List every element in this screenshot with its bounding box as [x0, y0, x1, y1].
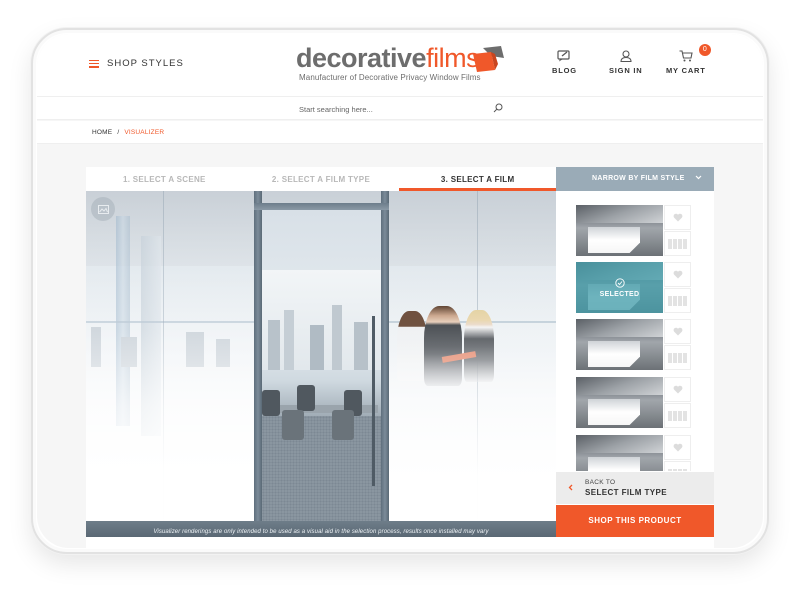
- film-thumbnail[interactable]: [576, 205, 663, 256]
- search-icon[interactable]: [493, 103, 503, 113]
- selected-label: SELECTED: [599, 290, 640, 298]
- narrow-by-film-style-dropdown[interactable]: NARROW BY FILM STYLE: [556, 167, 714, 191]
- search-input[interactable]: [299, 102, 499, 116]
- disclaimer-text: Visualizer renderings are only intended …: [153, 529, 489, 535]
- frosted-film-left: [86, 191, 254, 537]
- narrow-label: NARROW BY FILM STYLE: [592, 175, 685, 182]
- film-item: [576, 435, 692, 471]
- logo[interactable]: decorativefilms Manufacturer of Decorati…: [296, 44, 506, 88]
- my-cart-link[interactable]: 0 MY CART: [666, 44, 711, 75]
- shop-this-product-button[interactable]: SHOP THIS PRODUCT: [556, 505, 714, 537]
- film-thumbnail[interactable]: [576, 377, 663, 428]
- swatch-button[interactable]: [664, 345, 691, 370]
- back-to-label: BACK TO: [585, 479, 616, 486]
- sign-in-link[interactable]: SIGN IN: [609, 50, 643, 75]
- tab-select-film-type[interactable]: 2. SELECT A FILM TYPE: [243, 167, 400, 191]
- blog-link[interactable]: BLOG: [552, 50, 577, 75]
- film-item: [576, 205, 692, 257]
- scene-building: [284, 310, 294, 370]
- door-frame-top: [254, 203, 389, 210]
- scene-building: [268, 320, 280, 370]
- sign-in-label: SIGN IN: [609, 66, 643, 75]
- my-cart-label: MY CART: [666, 66, 706, 75]
- scene-building: [354, 322, 368, 370]
- chevron-left-icon: [568, 484, 573, 491]
- swatch-button[interactable]: [664, 231, 691, 256]
- checkmark-circle-icon: [614, 277, 625, 288]
- screen: SHOP STYLES decorativefilms Manufacturer…: [37, 34, 763, 548]
- blog-label: BLOG: [552, 66, 577, 75]
- door-frame: [381, 191, 389, 521]
- scene-door: [254, 191, 389, 521]
- frosted-film-right: [389, 191, 556, 537]
- shop-styles-menu[interactable]: SHOP STYLES: [89, 58, 184, 69]
- favorite-button[interactable]: [664, 262, 691, 287]
- carpet-floor: [262, 416, 381, 521]
- breadcrumb-current: VISUALIZER: [124, 129, 165, 136]
- breadcrumb-home[interactable]: HOME: [92, 129, 112, 136]
- office-chair: [282, 410, 304, 440]
- door-frame: [254, 191, 262, 521]
- image-icon: [97, 204, 109, 214]
- film-list[interactable]: SELECTED: [556, 191, 714, 471]
- heart-icon: [673, 213, 682, 222]
- breadcrumb: HOME / VISUALIZER: [37, 121, 763, 144]
- film-panel: NARROW BY FILM STYLE SELECTED BACK TO SE…: [556, 167, 714, 548]
- film-thumbnail[interactable]: [576, 319, 663, 370]
- door-glass: [262, 210, 381, 521]
- office-chair: [297, 385, 315, 411]
- heart-icon: [673, 443, 682, 452]
- tab-select-film[interactable]: 3. SELECT A FILM: [399, 167, 556, 191]
- device-frame: SHOP STYLES decorativefilms Manufacturer…: [31, 28, 769, 554]
- shop-styles-label: SHOP STYLES: [107, 58, 184, 69]
- swatch-button[interactable]: [664, 461, 691, 471]
- film-roll-logo-icon: [473, 46, 504, 72]
- logo-tagline: Manufacturer of Decorative Privacy Windo…: [299, 73, 481, 82]
- user-icon: [620, 50, 632, 62]
- film-thumbnail[interactable]: [576, 435, 663, 471]
- heart-icon: [673, 270, 682, 279]
- film-thumbnail[interactable]: SELECTED: [576, 262, 663, 313]
- scene-preview: Visualizer renderings are only intended …: [86, 191, 556, 537]
- site-header: SHOP STYLES decorativefilms Manufacturer…: [37, 34, 763, 96]
- logo-word-decorative: decorative: [296, 43, 427, 73]
- change-scene-button[interactable]: [91, 197, 115, 221]
- step-tabs: 1. SELECT A SCENE 2. SELECT A FILM TYPE …: [86, 167, 556, 191]
- door-handle: [372, 316, 375, 486]
- visualizer: 1. SELECT A SCENE 2. SELECT A FILM TYPE …: [86, 167, 714, 548]
- favorite-button[interactable]: [664, 377, 691, 402]
- cart-icon: [679, 50, 693, 62]
- back-target-label: SELECT FILM TYPE: [585, 488, 667, 497]
- back-to-film-type-button[interactable]: BACK TO SELECT FILM TYPE: [556, 472, 714, 504]
- breadcrumb-separator: /: [117, 129, 120, 136]
- tab-select-scene[interactable]: 1. SELECT A SCENE: [86, 167, 243, 191]
- scene-building: [332, 305, 342, 370]
- favorite-button[interactable]: [664, 319, 691, 344]
- office-chair: [262, 390, 280, 416]
- film-item: [576, 319, 692, 371]
- favorite-button[interactable]: [664, 435, 691, 460]
- hamburger-icon: [89, 59, 99, 68]
- blog-icon: [557, 50, 571, 62]
- film-item-selected: SELECTED: [576, 262, 692, 314]
- scene-building: [310, 325, 324, 370]
- swatch-button[interactable]: [664, 403, 691, 428]
- heart-icon: [673, 327, 682, 336]
- chevron-down-icon: [695, 175, 702, 180]
- favorite-button[interactable]: [664, 205, 691, 230]
- film-item: [576, 377, 692, 429]
- cart-count-badge: 0: [698, 44, 711, 56]
- search-bar: [37, 96, 763, 120]
- selected-overlay: SELECTED: [576, 262, 663, 313]
- office-chair: [332, 410, 354, 440]
- swatch-button[interactable]: [664, 288, 691, 313]
- heart-icon: [673, 385, 682, 394]
